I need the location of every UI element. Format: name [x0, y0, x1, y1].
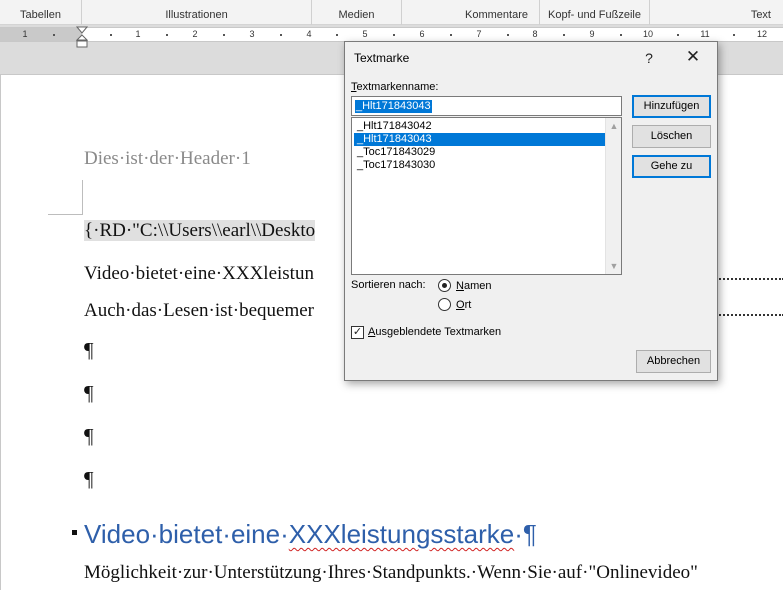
textmarke-dialog: Textmarke ? ✕ Textmarkenname: _Hlt171843…: [344, 41, 718, 381]
help-button[interactable]: ?: [639, 48, 659, 68]
ruler-dot: [563, 34, 565, 36]
bookmark-name-value: _Hlt171843043: [355, 100, 432, 113]
list-item[interactable]: _Hlt171843042: [354, 120, 606, 133]
list-item[interactable]: _Toc171843029: [354, 146, 606, 159]
ruler-tick: 12: [756, 29, 768, 39]
dotted-leader: [716, 278, 783, 280]
ruler-dot: [336, 34, 338, 36]
scroll-down-icon[interactable]: ▼: [606, 258, 622, 274]
horizontal-ruler[interactable]: 1 1 2 3 4 5 6 7 8 9 10 11 12: [0, 27, 783, 42]
ruler-tick: 4: [306, 29, 312, 39]
sort-label: Sortieren nach:: [351, 279, 426, 291]
list-item[interactable]: _Toc171843030: [354, 159, 606, 172]
list-scrollbar[interactable]: ▲ ▼: [605, 118, 621, 274]
ruler-dot: [450, 34, 452, 36]
ribbon-group-kopf-fusszeile: Kopf- und Fußzeile: [540, 0, 650, 25]
page-header-text[interactable]: Dies·ist·der·Header·1: [84, 148, 251, 170]
ruler-dot: [393, 34, 395, 36]
ruler-tick: 2: [192, 29, 198, 39]
ribbon-group-tabellen: Tabellen: [0, 0, 82, 25]
label-rest: extmarkenname:: [356, 81, 439, 93]
label-rest: rt: [464, 299, 472, 311]
ruler-tick: 6: [419, 29, 425, 39]
ribbon-group-medien: Medien: [312, 0, 402, 25]
scroll-up-icon[interactable]: ▲: [606, 118, 622, 134]
bookmark-name-label: Textmarkenname:: [351, 81, 438, 93]
heading-part: ·¶: [514, 519, 537, 549]
ruler-dot: [53, 34, 55, 36]
bookmark-list[interactable]: _Hlt171843042 _Hlt171843043 _Toc17184302…: [351, 117, 622, 275]
ruler-tick: 1: [22, 29, 28, 39]
paragraph-mark[interactable]: ¶: [84, 467, 94, 492]
sort-name-radio[interactable]: [438, 279, 451, 292]
label-rest: amen: [463, 280, 492, 292]
add-button[interactable]: Hinzufügen: [632, 95, 711, 118]
field-code[interactable]: {·RD·"C:\\Users\\earl\\Deskto: [84, 220, 316, 241]
bookmark-name-input[interactable]: _Hlt171843043: [351, 96, 622, 116]
ribbon-group-text: Text: [750, 9, 771, 21]
dialog-title: Textmarke: [354, 51, 410, 65]
label-rest: usgeblendete Textmarken: [375, 326, 502, 338]
ribbon-group-kommentare: Kommentare: [402, 0, 540, 25]
ribbon-group-illustrationen: Illustrationen: [82, 0, 312, 25]
ruler-tick: 3: [249, 29, 255, 39]
ruler-tick: 9: [589, 29, 595, 39]
ruler-dot: [620, 34, 622, 36]
ruler-tick: 8: [532, 29, 538, 39]
body-line-lesen[interactable]: Auch·das·Lesen·ist·bequemer: [84, 300, 314, 322]
sort-name-label[interactable]: Namen: [456, 280, 491, 292]
ruler-dot: [677, 34, 679, 36]
label-accel: O: [456, 299, 465, 311]
heading-misspelled: XXXleistungsstarke: [288, 519, 515, 549]
heading-part: Video·bietet·eine·: [84, 519, 289, 549]
ruler-tick: 11: [700, 29, 710, 39]
margin-corner-mark: [48, 180, 83, 215]
dotted-leader: [716, 314, 783, 316]
paragraph-mark[interactable]: ¶: [84, 338, 94, 363]
paragraph-mark[interactable]: ¶: [84, 424, 94, 449]
heading-line[interactable]: Video·bietet·eine·XXXleistungsstarke·¶: [84, 519, 537, 550]
ruler-dot: [223, 34, 225, 36]
ruler-dot: [733, 34, 735, 36]
ruler-tick: 1: [135, 29, 141, 39]
ruler-tick: 5: [362, 29, 368, 39]
ribbon: Tabellen Illustrationen Medien Kommentar…: [0, 0, 783, 25]
sort-place-radio[interactable]: [438, 298, 451, 311]
ruler-dot: [110, 34, 112, 36]
ruler-dot: [166, 34, 168, 36]
delete-button[interactable]: Löschen: [632, 125, 711, 148]
label-accel: N: [456, 280, 464, 292]
ruler-dot: [507, 34, 509, 36]
paragraph-mark[interactable]: ¶: [84, 381, 94, 406]
body-line-video[interactable]: Video·bietet·eine·XXXleistun: [84, 263, 314, 285]
goto-button[interactable]: Gehe zu: [632, 155, 711, 178]
ruler-tick: 10: [642, 29, 654, 39]
cancel-button[interactable]: Abbrechen: [636, 350, 711, 373]
close-button[interactable]: ✕: [680, 46, 706, 68]
sort-place-label[interactable]: Ort: [456, 299, 471, 311]
hidden-bookmarks-checkbox[interactable]: ✓: [351, 326, 364, 339]
list-item-selected[interactable]: _Hlt171843043: [354, 133, 606, 146]
ruler-margin: [0, 28, 82, 41]
body-line-moeglichkeit[interactable]: Möglichkeit·zur·Unterstützung·Ihres·Stan…: [84, 562, 698, 584]
hidden-bookmarks-label[interactable]: Ausgeblendete Textmarken: [368, 326, 501, 338]
indent-marker-icon[interactable]: [76, 26, 88, 48]
ruler-tick: 7: [476, 29, 482, 39]
ruler-dot: [280, 34, 282, 36]
heading-bullet: [72, 530, 77, 535]
field-code-line[interactable]: {·RD·"C:\\Users\\earl\\Deskto: [84, 220, 316, 242]
